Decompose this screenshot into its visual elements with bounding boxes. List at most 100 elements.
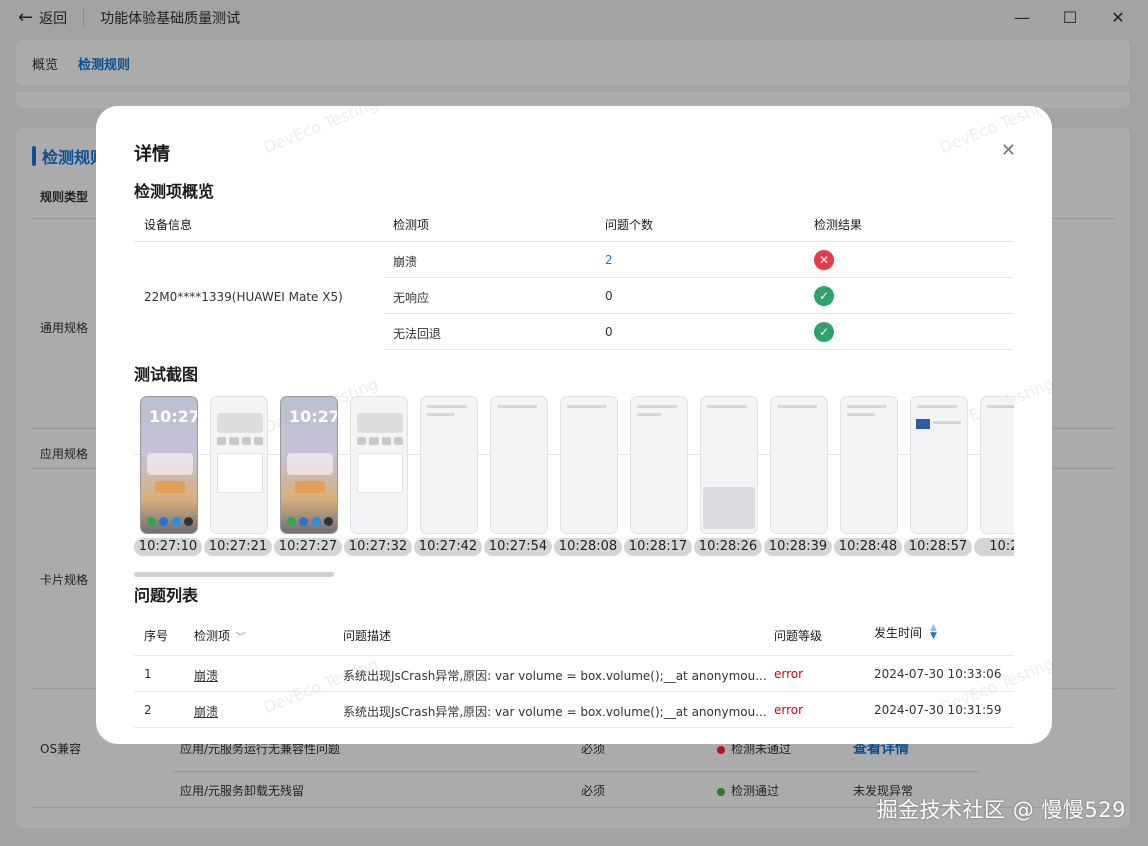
screenshot-item[interactable]: 10:27 10:27:10 — [134, 396, 202, 556]
screenshot-item[interactable]: 10:27:54 — [484, 396, 552, 556]
status-dot — [717, 787, 725, 796]
horizontal-scrollbar[interactable] — [134, 572, 334, 577]
rule-row: 应用/元服务卸载无残留 必须 检测通过 未发现异常 — [180, 772, 980, 808]
screenshot-item[interactable]: 10:27:42 — [414, 396, 482, 556]
maximize-icon[interactable]: ☐ — [1060, 8, 1080, 27]
minimize-icon[interactable]: — — [1012, 8, 1032, 27]
rule-type-app: 应用规格 — [40, 447, 89, 461]
table-row[interactable]: 1 崩溃 系统出现JsCrash异常,原因: var volume = box.… — [134, 656, 1014, 692]
issue-item-link[interactable]: 崩溃 — [194, 703, 218, 720]
item-name: 无响应 — [393, 291, 430, 305]
item-name: 无法回退 — [393, 327, 442, 341]
pass-icon: ✓ — [814, 322, 834, 342]
screenshot-image — [980, 396, 1014, 534]
watermark: DevEco Testing — [936, 106, 1052, 158]
issue-level: error — [774, 667, 804, 681]
screenshot-item[interactable]: 10:28:26 — [694, 396, 762, 556]
corner-watermark: 掘金技术社区 @ 慢慢529 — [876, 798, 1126, 822]
screenshot-image — [700, 396, 758, 534]
screenshot-time: 10:27:32 — [344, 538, 412, 556]
tab-rules[interactable]: 检测规则 — [78, 54, 130, 73]
col-desc: 问题描述 — [343, 629, 392, 643]
title-bar: ← 返回 功能体验基础质量测试 — ☐ ✕ — [0, 0, 1148, 36]
screenshot-time: 10:27:54 — [484, 538, 552, 556]
table-row: 崩溃 2 ✕ — [384, 242, 1014, 278]
close-icon[interactable]: ✕ — [1001, 140, 1016, 161]
screenshot-item[interactable]: 10:28:39 — [764, 396, 832, 556]
screenshot-strip[interactable]: 10:27 10:27:10 10:27:21 10:27 10:27:27 1… — [134, 396, 1014, 561]
issue-desc: 系统出现JsCrash异常,原因: var volume = box.volum… — [343, 669, 767, 683]
col-time[interactable]: 发生时间 — [874, 624, 922, 641]
device-info: 22M0****1339(HUAWEI Mate X5) — [144, 290, 343, 304]
screenshot-image — [630, 396, 688, 534]
fail-icon: ✕ — [814, 250, 834, 270]
issue-item-link[interactable]: 崩溃 — [194, 667, 218, 684]
screenshot-image — [910, 396, 968, 534]
rules-heading: 检测规则 — [32, 144, 106, 168]
details-modal: DevEco Testing DevEco Testing DevEco Tes… — [96, 106, 1052, 744]
status-dot — [717, 745, 725, 754]
screenshot-image — [420, 396, 478, 534]
issue-index: 1 — [144, 667, 152, 681]
col-item-filter[interactable]: 检测项 ﹀ — [194, 627, 244, 644]
screenshot-item[interactable]: 10:27:32 — [344, 396, 412, 556]
issue-desc: 系统出现JsCrash异常,原因: var volume = box.volum… — [343, 705, 767, 719]
screenshot-time: 10:28:57 — [904, 538, 972, 556]
issue-time: 2024-07-30 10:31:59 — [874, 703, 1002, 717]
item-name: 崩溃 — [393, 255, 418, 269]
rule-type-os: OS兼容 — [40, 742, 82, 756]
screenshot-time: 10:27:21 — [204, 538, 272, 556]
issue-time: 2024-07-30 10:33:06 — [874, 667, 1002, 681]
screenshot-item[interactable]: 10:28:08 — [554, 396, 622, 556]
overview-title: 检测项概览 — [134, 182, 215, 201]
issue-count-link[interactable]: 2 — [605, 253, 613, 267]
issue-count: 0 — [605, 289, 613, 303]
title-divider — [83, 8, 85, 28]
close-window-icon[interactable]: ✕ — [1108, 8, 1128, 27]
screenshot-image — [210, 396, 268, 534]
screenshot-image: 10:27 — [280, 396, 338, 534]
table-row[interactable]: 2 崩溃 系统出现JsCrash异常,原因: var volume = box.… — [134, 692, 1014, 728]
arrow-left-icon: ← — [18, 7, 34, 28]
screenshot-item[interactable]: 10:27 10:27:27 — [274, 396, 342, 556]
issues-title: 问题列表 — [134, 586, 199, 605]
screenshot-time: 10:29 — [974, 538, 1014, 556]
col-item: 检测项 — [393, 218, 430, 232]
screenshot-image — [770, 396, 828, 534]
screenshot-time: 10:27:10 — [134, 538, 202, 556]
table-row: 无法回退 0 ✓ — [384, 314, 1014, 350]
back-button[interactable]: ← 返回 — [18, 8, 67, 28]
rule-name: 应用/元服务卸载无残留 — [180, 784, 305, 798]
col-level: 问题等级 — [774, 629, 823, 643]
pass-icon: ✓ — [814, 286, 834, 306]
overview-table: 设备信息 检测项 问题个数 检测结果 22M0****1339(HUAWEI M… — [134, 206, 1014, 455]
screenshot-image — [490, 396, 548, 534]
screenshot-time: 10:28:26 — [694, 538, 762, 556]
back-label: 返回 — [39, 11, 68, 27]
col-count: 问题个数 — [605, 218, 654, 232]
table-row: 无响应 0 ✓ — [384, 278, 1014, 314]
heading-accent-bar — [32, 146, 36, 166]
window-title: 功能体验基础质量测试 — [100, 11, 241, 27]
table-header: 设备信息 检测项 问题个数 检测结果 — [134, 206, 1014, 242]
screenshot-item[interactable]: 10:27:21 — [204, 396, 272, 556]
screenshot-item[interactable]: 10:29 — [974, 396, 1014, 556]
tab-overview[interactable]: 概览 — [32, 54, 58, 73]
screenshots-title: 测试截图 — [134, 365, 199, 384]
col-index: 序号 — [144, 629, 169, 643]
col-device: 设备信息 — [144, 218, 193, 232]
screenshot-time: 10:27:27 — [274, 538, 342, 556]
rule-status: 检测未通过 — [731, 742, 792, 756]
issue-count: 0 — [605, 325, 613, 339]
watermark: DevEco Testing — [260, 106, 381, 158]
screenshot-item[interactable]: 10:28:17 — [624, 396, 692, 556]
rule-status: 检测通过 — [731, 784, 780, 798]
rule-type-header: 规则类型 — [40, 190, 89, 204]
rule-level: 必须 — [581, 784, 606, 798]
screenshot-item[interactable]: 10:28:57 — [904, 396, 972, 556]
screenshot-item[interactable]: 10:28:48 — [834, 396, 902, 556]
rule-type-card: 卡片规格 — [40, 573, 89, 587]
screenshot-image — [560, 396, 618, 534]
sort-icon[interactable]: ▲ ▼ — [930, 624, 937, 641]
window-controls: — ☐ ✕ — [1012, 8, 1128, 27]
